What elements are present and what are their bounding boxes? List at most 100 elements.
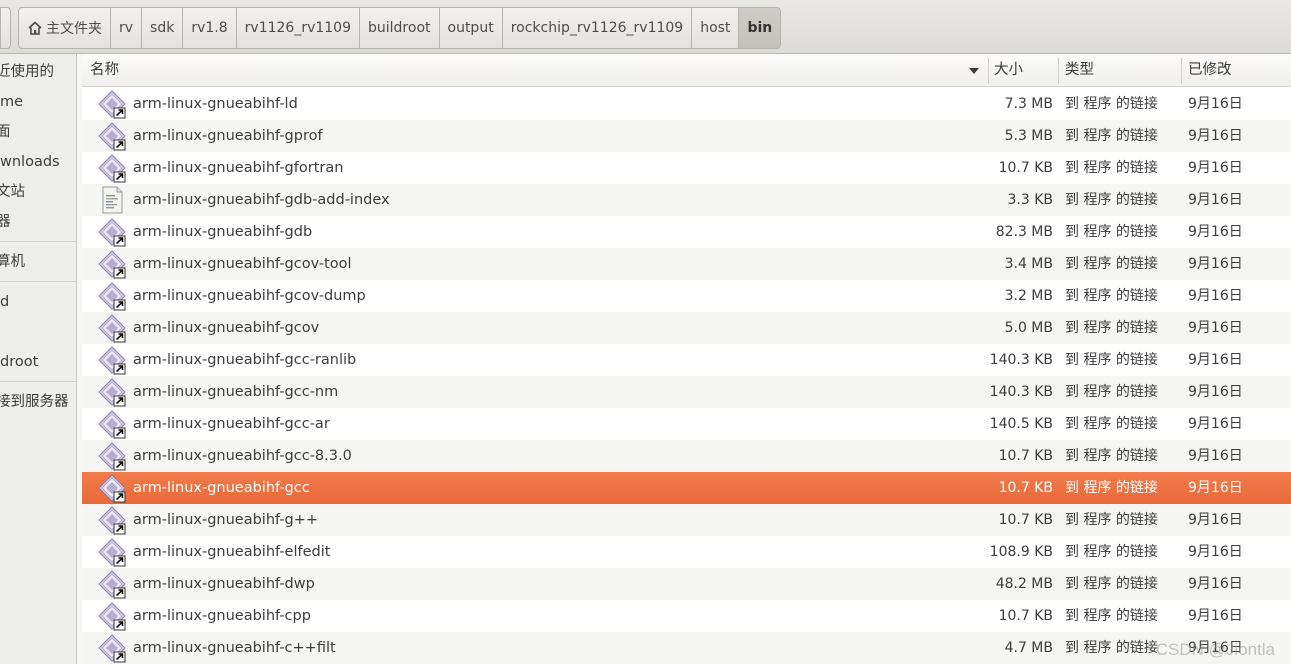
file-size: 140.3 KB: [989, 384, 1053, 400]
file-row[interactable]: arm-linux-gnueabihf-c++filt 4.7 MB 到 程序 的链…: [82, 632, 1291, 664]
breadcrumb-segment[interactable]: sdk: [142, 7, 184, 49]
watermark: CSDN @Jiontla: [1155, 640, 1275, 659]
file-row[interactable]: arm-linux-gnueabihf-gdb 82.3 MB 到 程序 的链接 9月…: [82, 216, 1291, 248]
executable-link-icon: [97, 441, 127, 471]
column-header-type[interactable]: 类型: [1065, 54, 1094, 87]
file-type: 到 程序 的链接: [1065, 288, 1158, 304]
file-row[interactable]: arm-linux-gnueabihf-cpp 10.7 KB 到 程序 的链接 9月…: [82, 600, 1291, 632]
file-row[interactable]: arm-linux-gnueabihf-gfortran 10.7 KB 到 程序 …: [82, 152, 1291, 184]
file-name: arm-linux-gnueabihf-gfortran: [133, 160, 344, 176]
file-name: arm-linux-gnueabihf-gcov-tool: [133, 256, 352, 272]
column-separator[interactable]: [1058, 58, 1059, 84]
file-type: 到 程序 的链接: [1065, 96, 1158, 112]
sidebar-item-downloads[interactable]: wnloads: [0, 150, 60, 174]
file-type: 到 程序 的链接: [1065, 384, 1158, 400]
sidebar-item-other[interactable]: 器: [0, 210, 11, 234]
breadcrumb-segment[interactable]: output: [439, 7, 503, 49]
breadcrumb-segment[interactable]: rv: [111, 7, 143, 49]
file-size: 108.9 KB: [989, 544, 1053, 560]
script-link-icon: [97, 185, 127, 215]
file-row[interactable]: arm-linux-gnueabihf-ld 7.3 MB 到 程序 的链接 9月16…: [82, 88, 1291, 120]
file-row[interactable]: arm-linux-gnueabihf-gcov 5.0 MB 到 程序 的链接 9月…: [82, 312, 1291, 344]
breadcrumb-segment[interactable]: rockchip_rv1126_rv1109: [502, 7, 693, 49]
executable-link-icon: [97, 505, 127, 535]
sidebar-item-connect-server[interactable]: 接到服务器: [0, 390, 69, 414]
file-name: arm-linux-gnueabihf-gdb-add-index: [133, 192, 390, 208]
file-name: arm-linux-gnueabihf-ld: [133, 96, 298, 112]
sidebar-divider: [0, 381, 76, 382]
breadcrumb-segment-label: rv1.8: [191, 20, 228, 36]
file-size: 10.7 KB: [998, 160, 1053, 176]
file-type: 到 程序 的链接: [1065, 128, 1158, 144]
file-modified: 9月16日: [1188, 416, 1243, 432]
file-type: 到 程序 的链接: [1065, 416, 1158, 432]
sidebar-item-drive[interactable]: d: [0, 290, 9, 314]
file-row[interactable]: arm-linux-gnueabihf-gdb-add-index 3.3 KB 到…: [82, 184, 1291, 216]
file-row[interactable]: arm-linux-gnueabihf-dwp 48.2 MB 到 程序 的链接 9月…: [82, 568, 1291, 600]
sidebar-item-desktop[interactable]: 面: [0, 120, 11, 144]
file-list: 名称 大小 类型 已修改 arm-linux-gnueabihf-ld 7.3 M…: [82, 54, 1291, 664]
file-size: 5.0 MB: [1004, 320, 1053, 336]
file-modified: 9月16日: [1188, 352, 1243, 368]
column-separator[interactable]: [1181, 58, 1182, 84]
breadcrumb-segment[interactable]: rv1126_rv1109: [236, 7, 360, 49]
file-modified: 9月16日: [1188, 320, 1243, 336]
sidebar-item-recycle[interactable]: 文站: [0, 180, 25, 204]
breadcrumb-segment-label: output: [447, 20, 494, 36]
file-size: 3.2 MB: [1004, 288, 1053, 304]
file-modified: 9月16日: [1188, 192, 1243, 208]
file-name: arm-linux-gnueabihf-gprof: [133, 128, 323, 144]
file-modified: 9月16日: [1188, 224, 1243, 240]
sidebar-item-buildroot[interactable]: droot: [0, 350, 38, 374]
sidebar-item-home[interactable]: me: [0, 90, 23, 114]
executable-link-icon: [97, 121, 127, 151]
file-size: 7.3 MB: [1004, 96, 1053, 112]
file-row[interactable]: arm-linux-gnueabihf-gcov-dump 3.2 MB 到 程序 …: [82, 280, 1291, 312]
breadcrumb-segment[interactable]: host: [692, 7, 740, 49]
file-size: 10.7 KB: [998, 480, 1053, 496]
file-type: 到 程序 的链接: [1065, 512, 1158, 528]
column-header-modified[interactable]: 已修改: [1188, 54, 1232, 87]
breadcrumb-segment-label: host: [700, 20, 731, 36]
executable-link-icon: [97, 345, 127, 375]
file-row[interactable]: arm-linux-gnueabihf-gcc-ranlib 140.3 KB 到 …: [82, 344, 1291, 376]
home-icon: [27, 20, 43, 36]
sidebar-divider: [0, 241, 76, 242]
executable-link-icon: [97, 601, 127, 631]
file-row[interactable]: arm-linux-gnueabihf-gcc-nm 140.3 KB 到 程序 的…: [82, 376, 1291, 408]
executable-link-icon: [97, 569, 127, 599]
file-row[interactable]: arm-linux-gnueabihf-elfedit 108.9 KB 到 程序 …: [82, 536, 1291, 568]
breadcrumb-segment-current[interactable]: bin: [739, 7, 782, 49]
file-row[interactable]: arm-linux-gnueabihf-gcc-8.3.0 10.7 KB 到 程序…: [82, 440, 1291, 472]
executable-link-icon: [97, 377, 127, 407]
sort-descending-icon: [969, 68, 979, 74]
file-name: arm-linux-gnueabihf-gcov-dump: [133, 288, 366, 304]
file-row[interactable]: arm-linux-gnueabihf-g++ 10.7 KB 到 程序 的链接 9月…: [82, 504, 1291, 536]
breadcrumb-segment[interactable]: rv1.8: [183, 7, 237, 49]
file-size: 5.3 MB: [1004, 128, 1053, 144]
file-row[interactable]: arm-linux-gnueabihf-gcov-tool 3.4 MB 到 程序 …: [82, 248, 1291, 280]
column-separator[interactable]: [988, 58, 989, 84]
file-modified: 9月16日: [1188, 96, 1243, 112]
breadcrumb-overflow-button[interactable]: [0, 7, 11, 49]
file-row-selected[interactable]: arm-linux-gnueabihf-gcc 10.7 KB 到 程序 的链接 9月…: [82, 472, 1291, 504]
file-size: 140.5 KB: [989, 416, 1053, 432]
breadcrumb-home[interactable]: 主文件夹: [18, 7, 111, 49]
file-modified: 9月16日: [1188, 576, 1243, 592]
executable-link-icon: [97, 281, 127, 311]
sidebar: 近使用的 me 面 wnloads 文站 器 算机 d droot 接到服务器: [0, 54, 77, 664]
file-name: arm-linux-gnueabihf-gcov: [133, 320, 320, 336]
column-header-name[interactable]: 名称: [90, 54, 119, 87]
sidebar-item-computer[interactable]: 算机: [0, 250, 25, 274]
column-header-size[interactable]: 大小: [994, 54, 1023, 87]
file-row[interactable]: arm-linux-gnueabihf-gprof 5.3 MB 到 程序 的链接 9…: [82, 120, 1291, 152]
file-type: 到 程序 的链接: [1065, 224, 1158, 240]
sidebar-item-recent[interactable]: 近使用的: [0, 60, 54, 84]
file-modified: 9月16日: [1188, 480, 1243, 496]
executable-link-icon: [97, 89, 127, 119]
file-modified: 9月16日: [1188, 448, 1243, 464]
file-type: 到 程序 的链接: [1065, 352, 1158, 368]
file-row[interactable]: arm-linux-gnueabihf-gcc-ar 140.5 KB 到 程序 的…: [82, 408, 1291, 440]
breadcrumb-segment[interactable]: buildroot: [360, 7, 440, 49]
breadcrumb-segment-label: bin: [747, 20, 773, 36]
